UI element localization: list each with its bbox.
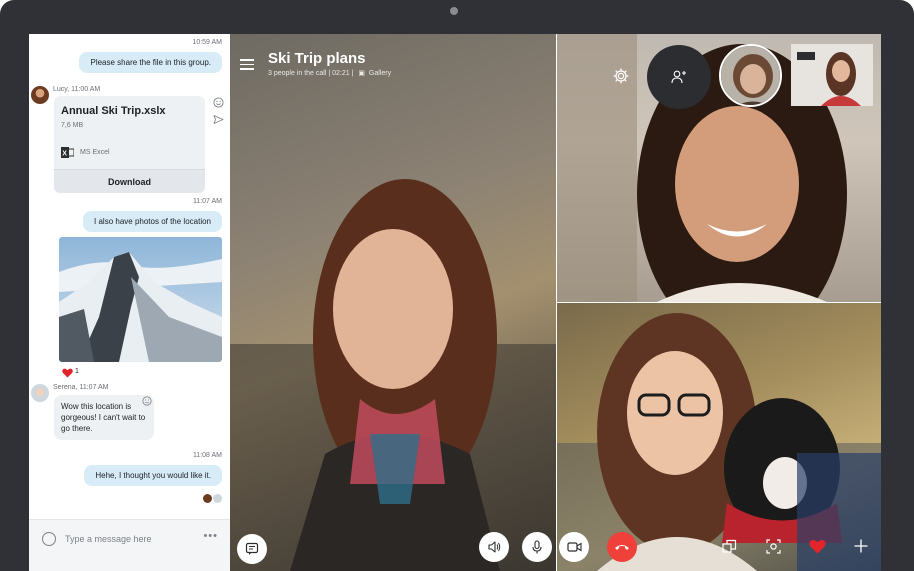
video-tile-bottom-right[interactable]: [557, 303, 881, 571]
file-size: 7,6 MB: [61, 122, 84, 129]
download-button[interactable]: Download: [54, 169, 205, 193]
video-icon: [566, 542, 582, 552]
message-bubble-outgoing[interactable]: Please share the file in this group.: [79, 52, 222, 73]
screenshot-icon[interactable]: [766, 539, 781, 554]
shared-photo-mountain[interactable]: [59, 237, 222, 362]
call-title: Ski Trip plans: [268, 50, 366, 67]
message-bubble-outgoing[interactable]: Hehe, I thought you would like it.: [84, 465, 222, 486]
message-sender: Serena, 11:07 AM: [53, 384, 109, 391]
hamburger-icon[interactable]: [240, 59, 254, 73]
microphone-button[interactable]: [522, 532, 552, 562]
send-icon[interactable]: [213, 114, 224, 125]
gallery-label[interactable]: Gallery: [369, 70, 391, 77]
svg-text:X: X: [62, 151, 67, 158]
message-timestamp: 11:08 AM: [192, 452, 222, 459]
chat-toggle-button[interactable]: [237, 534, 267, 564]
heart-icon[interactable]: [62, 368, 73, 378]
device-camera: [450, 7, 458, 15]
gear-icon[interactable]: [613, 68, 629, 84]
participant-video-bottom-right: [557, 313, 881, 571]
message-input[interactable]: [65, 530, 195, 548]
skype-window: 10:59 AM Please share the file in this g…: [29, 34, 881, 571]
message-timestamp: 10:59 AM: [192, 39, 222, 46]
file-name: Annual Ski Trip.xslx: [61, 105, 166, 117]
read-receipt-avatar: [203, 494, 212, 503]
message-timestamp: 11:07 AM: [192, 198, 222, 205]
heart-icon[interactable]: [809, 539, 826, 554]
reaction-count: 1: [75, 368, 79, 375]
read-receipts: [202, 490, 222, 508]
self-view-thumbnail[interactable]: [791, 44, 873, 106]
video-tile-main[interactable]: Ski Trip plans 3 people in the call | 02…: [230, 34, 556, 571]
video-toggle-button[interactable]: [559, 532, 589, 562]
excel-icon: X: [61, 147, 74, 158]
speaker-icon: [488, 541, 501, 553]
self-view-image: [791, 44, 873, 106]
participant-video-main: [230, 179, 556, 571]
message-bubble-incoming[interactable]: Wow this location is gorgeous! I can't w…: [54, 395, 154, 440]
gallery-icon[interactable]: ▣: [358, 70, 365, 77]
chat-panel: 10:59 AM Please share the file in this g…: [29, 34, 230, 571]
message-sender: Lucy, 11:00 AM: [53, 86, 101, 93]
file-app-label: MS Excel: [80, 149, 110, 156]
chat-icon: [245, 542, 259, 555]
message-composer: •••: [29, 519, 230, 571]
mic-icon: [532, 540, 542, 554]
file-attachment-card[interactable]: Annual Ski Trip.xslx 7,6 MB X MS Excel D…: [54, 96, 205, 193]
video-tile-top-right[interactable]: [557, 34, 881, 302]
speaker-button[interactable]: [479, 532, 509, 562]
add-person-icon: [671, 70, 686, 84]
device-frame: 10:59 AM Please share the file in this g…: [0, 0, 914, 571]
end-call-button[interactable]: [607, 532, 637, 562]
emoji-icon[interactable]: [213, 97, 224, 108]
switch-camera-icon[interactable]: [722, 539, 737, 554]
read-receipt-avatar: [213, 494, 222, 503]
participant-thumbnail[interactable]: [719, 44, 782, 107]
avatar-serena[interactable]: [31, 384, 49, 402]
add-participant-button[interactable]: [647, 45, 711, 109]
avatar-lucy[interactable]: [31, 86, 49, 104]
emoji-icon[interactable]: [142, 396, 152, 406]
call-subtitle: 3 people in the call | 02:21 | ▣ Gallery: [268, 69, 391, 77]
hang-up-icon: [615, 545, 629, 550]
more-options-icon[interactable]: •••: [203, 530, 218, 542]
message-bubble-outgoing[interactable]: I also have photos of the location: [83, 211, 222, 232]
call-status: 3 people in the call | 02:21 |: [268, 70, 354, 77]
plus-icon[interactable]: [854, 539, 868, 553]
emoji-icon[interactable]: [42, 532, 56, 546]
